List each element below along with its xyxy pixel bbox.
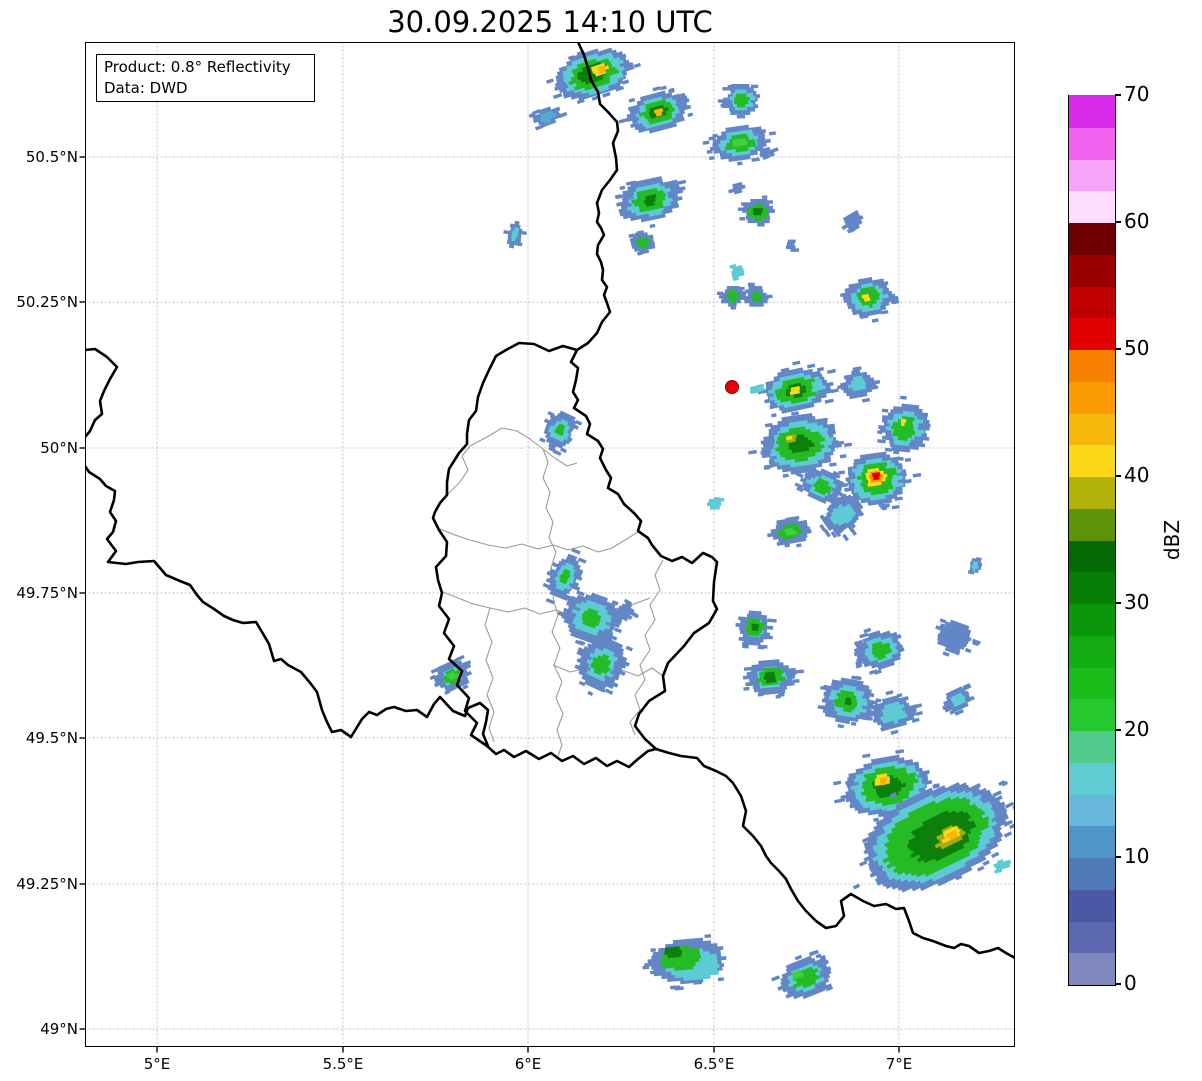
colorbar-tick-label: 20 <box>1124 717 1149 741</box>
radar-echo-cell <box>501 219 528 250</box>
colorbar-segment <box>1069 603 1115 635</box>
colorbar-segment <box>1069 540 1115 572</box>
radar-echo-cell <box>640 933 729 993</box>
radar-echo-cell <box>786 240 799 252</box>
colorbar-segment <box>1069 413 1115 445</box>
colorbar-tick <box>1115 983 1121 985</box>
colorbar-tick <box>1115 475 1121 477</box>
radar-echo-cell <box>741 657 806 701</box>
radar-echo-cell <box>968 556 983 575</box>
axis-ticks <box>80 157 900 1053</box>
legend-box: Product: 0.8° Reflectivity Data: DWD <box>96 54 315 102</box>
y-tick-label: 49.5°N <box>0 729 78 747</box>
radar-echo-cell <box>767 946 838 1009</box>
x-tick-label: 7°E <box>886 1055 913 1073</box>
colorbar-segment <box>1069 794 1115 826</box>
colorbar-tick <box>1115 348 1121 350</box>
y-tick-label: 49°N <box>0 1020 78 1038</box>
x-tick-label: 6°E <box>515 1055 542 1073</box>
colorbar-tick <box>1115 221 1121 223</box>
legend-source-line: Data: DWD <box>104 78 314 99</box>
radar-echo-cell <box>834 363 883 406</box>
colorbar-tick-label: 10 <box>1124 844 1149 868</box>
radar-echo-cell <box>992 857 1013 873</box>
colorbar-tick <box>1115 729 1121 731</box>
colorbar-segment <box>1069 762 1115 794</box>
colorbar-segment <box>1069 826 1115 858</box>
radar-echo-cell <box>928 616 985 666</box>
colorbar-segment <box>1069 127 1115 159</box>
radar-echoes <box>427 35 1047 1009</box>
radar-echo-cell <box>814 670 885 734</box>
colorbar-tick-label: 70 <box>1124 82 1149 106</box>
radar-echo-cell <box>753 354 842 420</box>
colorbar-tick-label: 30 <box>1124 590 1149 614</box>
radar-echo-cell <box>738 196 775 227</box>
x-tick-label: 6.5°E <box>694 1055 735 1073</box>
colorbar-segment <box>1069 730 1115 762</box>
radar-echo-cell <box>729 262 746 281</box>
radar-echo-cell <box>846 619 910 679</box>
colorbar-segment <box>1069 921 1115 953</box>
colorbar-unit-label: dBZ <box>1160 519 1184 559</box>
colorbar <box>1068 95 1116 986</box>
radar-echo-cell <box>707 497 724 509</box>
radar-echo-cell <box>838 273 902 327</box>
radar-echo-cell <box>612 170 693 234</box>
colorbar-segment <box>1069 159 1115 191</box>
colorbar-segment <box>1069 699 1115 731</box>
radar-echo-cell <box>528 101 569 131</box>
radar-echo-cell <box>718 84 760 118</box>
x-tick-label: 5°E <box>144 1055 171 1073</box>
y-tick-label: 50.5°N <box>0 148 78 166</box>
colorbar-segment <box>1069 476 1115 508</box>
map-svg <box>0 0 1202 1081</box>
radar-echo-cell <box>727 181 747 196</box>
radar-echo-cell <box>765 514 814 552</box>
gridlines <box>85 42 1015 1047</box>
colorbar-tick-label: 60 <box>1124 209 1149 233</box>
x-tick-label: 5.5°E <box>323 1055 364 1073</box>
colorbar-segment <box>1069 286 1115 318</box>
y-tick-label: 49.25°N <box>0 875 78 893</box>
radar-echo-cell <box>613 80 695 141</box>
radar-echo-cell <box>701 121 779 170</box>
colorbar-segment <box>1069 889 1115 921</box>
radar-echo-cell <box>734 609 778 650</box>
colorbar-segment <box>1069 318 1115 350</box>
colorbar-segment <box>1069 445 1115 477</box>
colorbar-segment <box>1069 635 1115 667</box>
colorbar-segment <box>1069 572 1115 604</box>
y-tick-label: 50.25°N <box>0 293 78 311</box>
colorbar-segment <box>1069 667 1115 699</box>
radar-figure: 30.09.2025 14:10 UTC Product: 0.8° Refle… <box>0 0 1202 1081</box>
radar-echo-cell <box>534 406 583 458</box>
colorbar-segment <box>1069 191 1115 223</box>
colorbar-tick-label: 50 <box>1124 336 1149 360</box>
colorbar-segment <box>1069 381 1115 413</box>
radar-echo-cell <box>838 209 867 235</box>
colorbar-tick <box>1115 94 1121 96</box>
colorbar-segment <box>1069 349 1115 381</box>
colorbar-segment <box>1069 222 1115 254</box>
colorbar-segment <box>1069 857 1115 889</box>
colorbar-segment <box>1069 95 1115 127</box>
colorbar-tick-label: 0 <box>1124 971 1137 995</box>
colorbar-segment <box>1069 508 1115 540</box>
colorbar-segment <box>1069 254 1115 286</box>
colorbar-tick-label: 40 <box>1124 463 1149 487</box>
legend-product-line: Product: 0.8° Reflectivity <box>104 57 314 78</box>
station-marker <box>726 381 739 394</box>
colorbar-tick <box>1115 602 1121 604</box>
colorbar-tick <box>1115 856 1121 858</box>
radar-echo-cell <box>628 229 656 257</box>
colorbar-segment <box>1069 953 1115 985</box>
radar-echo-cell <box>744 405 856 483</box>
y-tick-label: 49.75°N <box>0 584 78 602</box>
map-layers <box>85 35 1047 1047</box>
radar-echo-cell <box>938 683 980 720</box>
y-tick-label: 50°N <box>0 439 78 457</box>
radar-echo-cell <box>427 653 480 700</box>
